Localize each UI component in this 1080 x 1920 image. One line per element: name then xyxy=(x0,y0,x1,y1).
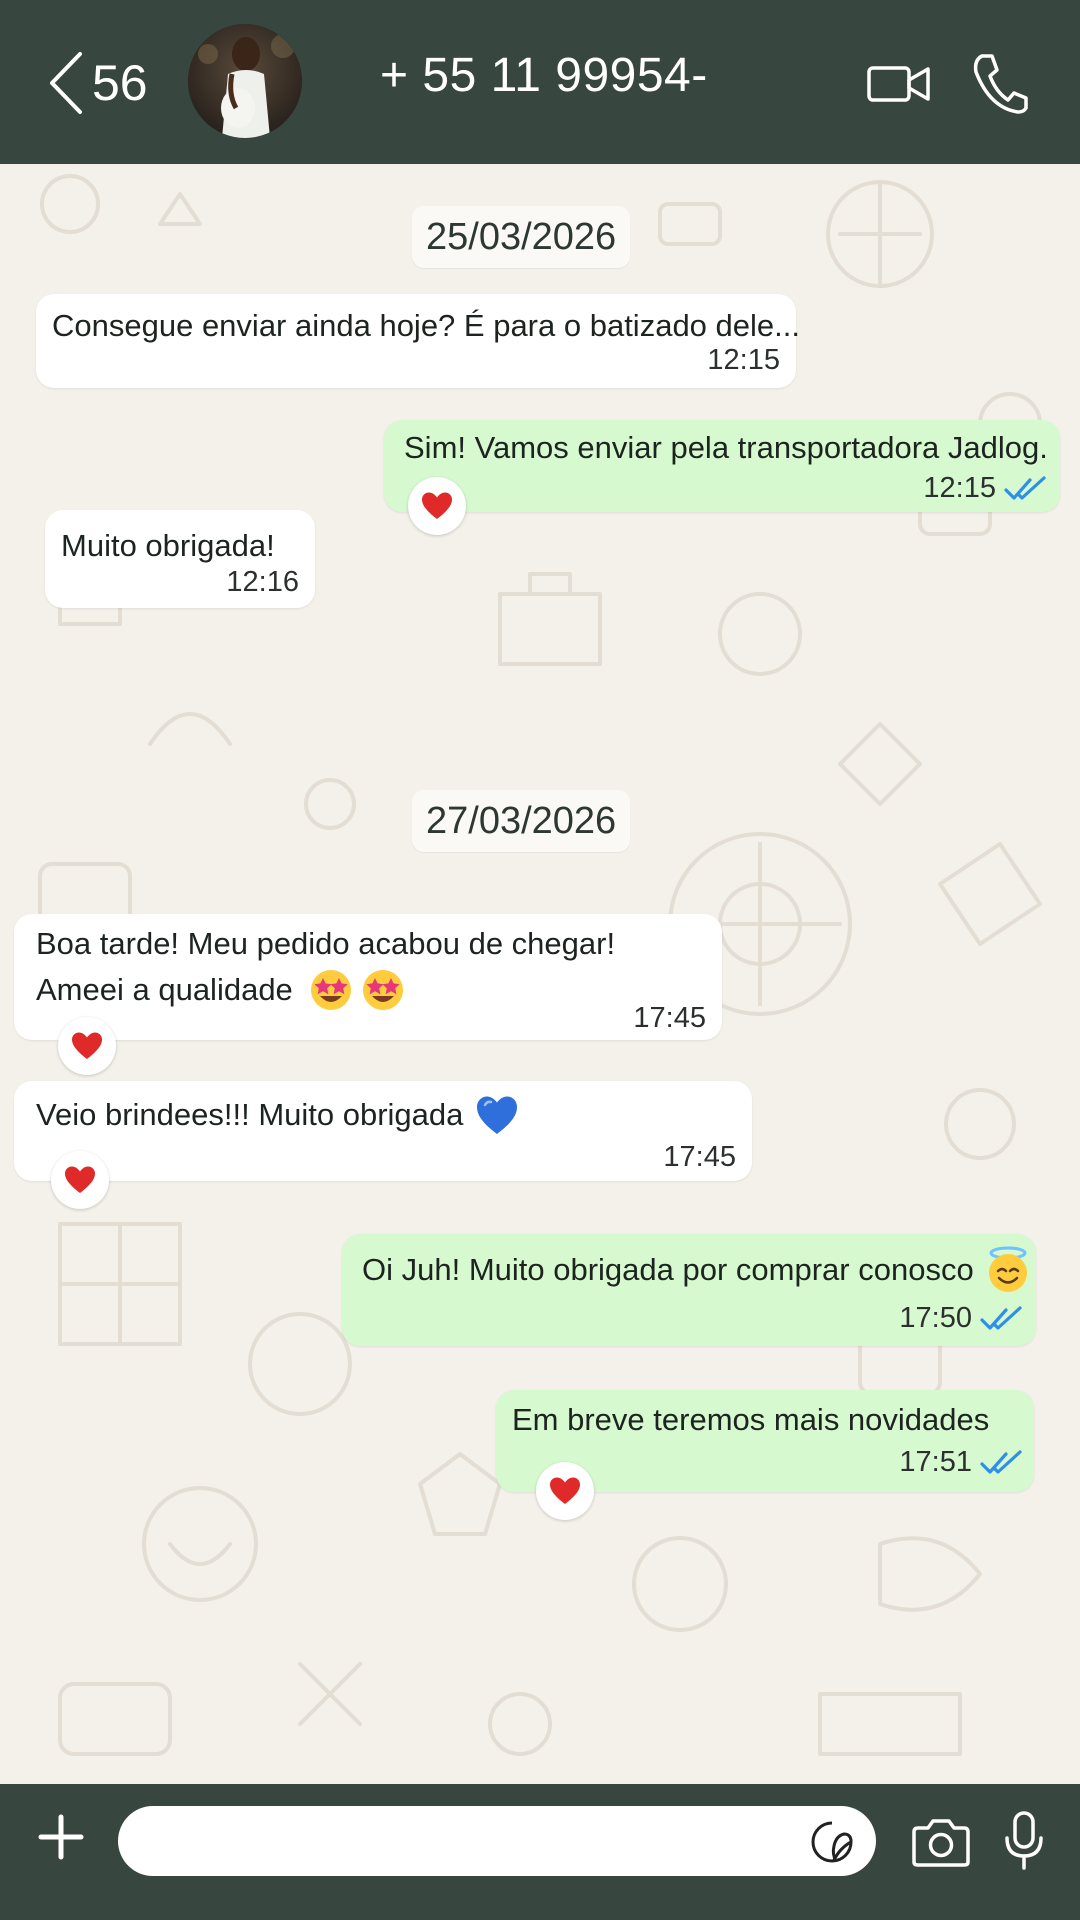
message-meta: 17:51 xyxy=(899,1446,1022,1479)
reaction-badge[interactable] xyxy=(536,1462,594,1520)
back-button[interactable]: 56 xyxy=(44,48,148,118)
star-struck-emoji-icon xyxy=(362,970,403,1010)
plus-icon[interactable] xyxy=(38,1814,84,1860)
message-meta: 17:50 xyxy=(899,1302,1022,1335)
message-text: Veio brindees!!! Muito obrigada xyxy=(36,1097,464,1132)
message-meta: 12:15 xyxy=(923,472,1046,505)
message-text-wrap: Veio brindees!!! Muito obrigada xyxy=(36,1091,519,1139)
message-incoming[interactable]: Boa tarde! Meu pedido acabou de chegar! … xyxy=(14,914,722,1040)
message-text: Sim! Vamos enviar pela transportadora Ja… xyxy=(404,430,1048,465)
smiling-face-with-halo-emoji-icon xyxy=(988,1246,1027,1292)
double-check-read-icon xyxy=(1004,475,1046,500)
message-time: 17:51 xyxy=(899,1446,972,1478)
message-incoming[interactable]: Consegue enviar ainda hoje? É para o bat… xyxy=(36,294,800,388)
reaction-badge[interactable] xyxy=(58,1017,116,1075)
message-time: 12:15 xyxy=(923,472,996,504)
message-input[interactable] xyxy=(118,1806,876,1876)
microphone-icon[interactable] xyxy=(1002,1810,1046,1872)
message-text-line2: Ameei a qualidade xyxy=(36,972,293,1007)
date-divider: 25/03/2026 xyxy=(412,206,631,268)
contact-avatar[interactable] xyxy=(188,24,302,138)
red-heart-icon xyxy=(422,492,452,519)
message-text: Em breve teremos mais novidades xyxy=(512,1402,990,1437)
contact-name[interactable]: + 55 11 99954- xyxy=(380,48,708,103)
message-time: 17:45 xyxy=(633,1002,706,1034)
message-incoming[interactable]: Veio brindees!!! Muito obrigada 17:45 xyxy=(14,1081,752,1181)
unread-count: 56 xyxy=(92,55,148,111)
reaction-badge[interactable] xyxy=(408,477,466,535)
video-call-icon[interactable] xyxy=(866,50,932,116)
message-text-line1: Boa tarde! Meu pedido acabou de chegar! xyxy=(36,926,616,961)
message-text-line2-wrap: Ameei a qualidade xyxy=(36,966,405,1014)
message-list[interactable]: 25/03/2026 Consegue enviar ainda hoje? É… xyxy=(0,164,1080,1784)
red-heart-icon xyxy=(65,1166,95,1193)
red-heart-icon xyxy=(72,1032,102,1059)
message-text: Consegue enviar ainda hoje? É para o bat… xyxy=(52,308,800,343)
message-outgoing[interactable]: Oi Juh! Muito obrigada por comprar conos… xyxy=(342,1234,1036,1346)
message-time: 17:50 xyxy=(899,1302,972,1334)
chevron-left-icon xyxy=(50,52,82,114)
reaction-badge[interactable] xyxy=(51,1151,109,1209)
message-text: Oi Juh! Muito obrigada por comprar conos… xyxy=(362,1252,974,1287)
sticker-icon[interactable] xyxy=(810,1820,854,1864)
message-text: Muito obrigada! xyxy=(61,528,275,563)
double-check-read-icon xyxy=(980,1449,1022,1474)
composer-bar xyxy=(0,1784,1080,1920)
message-outgoing[interactable]: Sim! Vamos enviar pela transportadora Ja… xyxy=(384,420,1060,512)
phone-icon[interactable] xyxy=(970,50,1028,116)
message-time: 12:15 xyxy=(707,344,780,376)
camera-icon[interactable] xyxy=(910,1818,972,1868)
message-time: 12:16 xyxy=(226,566,299,598)
message-time: 17:45 xyxy=(663,1141,736,1173)
chat-header: 56 + 55 11 99954- xyxy=(0,0,1080,164)
double-check-read-icon xyxy=(980,1305,1022,1330)
star-struck-emoji-icon xyxy=(310,970,351,1010)
message-text-wrap: Oi Juh! Muito obrigada por comprar conos… xyxy=(362,1246,1032,1294)
message-incoming[interactable]: Muito obrigada! 12:16 xyxy=(45,510,315,608)
date-divider: 27/03/2026 xyxy=(412,790,631,852)
avatar-photo xyxy=(188,24,302,138)
red-heart-icon xyxy=(550,1477,580,1504)
blue-heart-emoji-icon xyxy=(477,1096,518,1134)
